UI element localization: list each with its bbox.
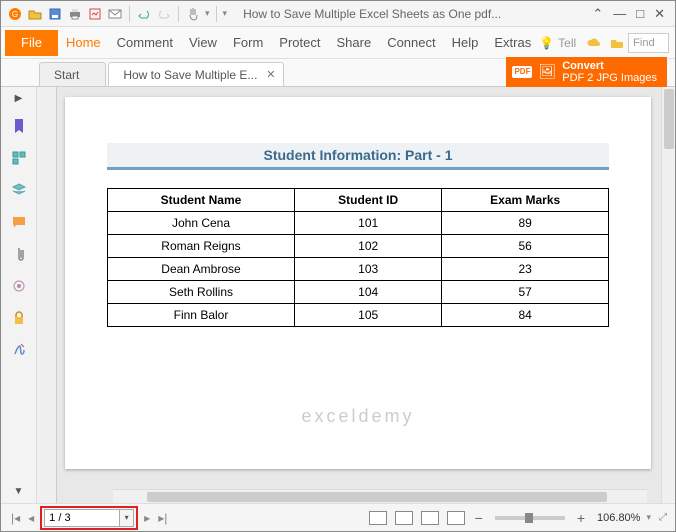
menu-view[interactable]: View xyxy=(181,35,225,50)
next-page-icon[interactable]: ▸ xyxy=(142,511,152,525)
menu-help[interactable]: Help xyxy=(444,35,487,50)
table-cell: Roman Reigns xyxy=(108,235,295,258)
sidebar-toggle-icon[interactable]: ▶ xyxy=(15,93,23,104)
student-table: Student NameStudent IDExam Marks John Ce… xyxy=(107,188,609,327)
folder-icon[interactable] xyxy=(610,37,624,49)
table-header: Student Name xyxy=(108,189,295,212)
table-row: Finn Balor10584 xyxy=(108,304,609,327)
zoom-slider[interactable] xyxy=(495,516,565,520)
table-cell: 89 xyxy=(442,212,609,235)
layers-icon[interactable] xyxy=(9,180,29,200)
page: Student Information: Part - 1 Student Na… xyxy=(65,97,651,469)
tab-bar: Start How to Save Multiple E...✕ PDF 🖼 C… xyxy=(1,59,675,87)
undo-icon[interactable] xyxy=(136,6,152,22)
table-cell: 101 xyxy=(294,212,441,235)
quick-access-toolbar: G ▾ ▾ How to Save Multiple Excel Sheets … xyxy=(1,1,675,27)
menu-connect[interactable]: Connect xyxy=(379,35,443,50)
redo-icon[interactable] xyxy=(156,6,172,22)
prev-page-icon[interactable]: ◂ xyxy=(26,511,36,525)
find-input[interactable]: Find xyxy=(628,33,669,53)
table-cell: Dean Ambrose xyxy=(108,258,295,281)
menu-form[interactable]: Form xyxy=(225,35,271,50)
attachments-icon[interactable] xyxy=(9,244,29,264)
table-cell: 102 xyxy=(294,235,441,258)
view-facing-icon[interactable] xyxy=(421,511,439,525)
document-title: Student Information: Part - 1 xyxy=(107,143,609,170)
menu-bar: File Home Comment View Form Protect Shar… xyxy=(1,27,675,59)
table-cell: 23 xyxy=(442,258,609,281)
image-icon: 🖼 xyxy=(538,64,556,79)
bookmark-icon[interactable] xyxy=(9,116,29,136)
view-facing-continuous-icon[interactable] xyxy=(447,511,465,525)
view-continuous-icon[interactable] xyxy=(395,511,413,525)
signature-icon[interactable] xyxy=(9,340,29,360)
page-dropdown-icon[interactable]: ▾ xyxy=(120,509,134,527)
hand-icon[interactable] xyxy=(185,6,201,22)
vertical-scrollbar[interactable] xyxy=(661,87,675,503)
last-page-icon[interactable]: ▸| xyxy=(156,511,169,525)
view-single-icon[interactable] xyxy=(369,511,387,525)
zoom-out-icon[interactable]: − xyxy=(471,510,487,526)
tab-close-icon[interactable]: ✕ xyxy=(266,68,275,81)
maximize-icon[interactable]: □ xyxy=(636,6,644,22)
table-cell: 105 xyxy=(294,304,441,327)
zoom-value: 106.80% xyxy=(597,512,640,524)
vertical-ruler xyxy=(37,87,57,503)
table-cell: Seth Rollins xyxy=(108,281,295,304)
menu-share[interactable]: Share xyxy=(328,35,379,50)
document-area: Student Information: Part - 1 Student Na… xyxy=(37,87,675,503)
minimize-icon[interactable]: — xyxy=(613,6,626,22)
zoom-in-icon[interactable]: + xyxy=(573,510,589,526)
close-icon[interactable]: ✕ xyxy=(654,6,665,22)
zoom-expand-icon[interactable]: ⤢ xyxy=(659,512,667,523)
cloud-icon[interactable] xyxy=(586,37,602,49)
open-icon[interactable] xyxy=(27,6,43,22)
file-menu[interactable]: File xyxy=(5,30,58,56)
table-row: Dean Ambrose10323 xyxy=(108,258,609,281)
table-cell: 104 xyxy=(294,281,441,304)
menu-extras[interactable]: Extras xyxy=(486,35,539,50)
ribbon-toggle-icon[interactable]: ⌃ xyxy=(592,6,603,22)
page-input[interactable] xyxy=(44,509,120,527)
menu-home[interactable]: Home xyxy=(58,35,109,50)
app-icon[interactable]: G xyxy=(7,6,23,22)
save-icon[interactable] xyxy=(47,6,63,22)
convert-banner[interactable]: PDF 🖼 Convert PDF 2 JPG Images xyxy=(506,57,667,87)
security-icon[interactable] xyxy=(9,308,29,328)
table-cell: 103 xyxy=(294,258,441,281)
stamp-icon[interactable] xyxy=(9,276,29,296)
sidebar-collapse-icon[interactable]: ▼ xyxy=(14,486,24,497)
tab-document[interactable]: How to Save Multiple E...✕ xyxy=(108,62,284,86)
table-row: Roman Reigns10256 xyxy=(108,235,609,258)
svg-text:G: G xyxy=(12,10,18,19)
lightbulb-icon[interactable]: 💡 xyxy=(539,36,554,50)
page-indicator-highlight: ▾ xyxy=(40,506,138,530)
window-title: How to Save Multiple Excel Sheets as One… xyxy=(243,7,588,21)
watermark: exceldemy xyxy=(301,406,414,427)
table-cell: 57 xyxy=(442,281,609,304)
menu-protect[interactable]: Protect xyxy=(271,35,328,50)
first-page-icon[interactable]: |◂ xyxy=(9,511,22,525)
comments-icon[interactable] xyxy=(9,212,29,232)
table-row: Seth Rollins10457 xyxy=(108,281,609,304)
print-icon[interactable] xyxy=(67,6,83,22)
email-icon[interactable] xyxy=(107,6,123,22)
table-cell: Finn Balor xyxy=(108,304,295,327)
left-sidebar: ▶ ▼ xyxy=(1,87,37,503)
tab-start[interactable]: Start xyxy=(39,62,106,86)
table-row: John Cena10189 xyxy=(108,212,609,235)
snapshot-icon[interactable] xyxy=(87,6,103,22)
menu-comment[interactable]: Comment xyxy=(109,35,181,50)
pdf-badge-icon: PDF xyxy=(512,66,532,79)
table-header: Exam Marks xyxy=(442,189,609,212)
status-bar: |◂ ◂ ▾ ▸ ▸| − + 106.80% ▾ ⤢ xyxy=(1,503,675,531)
tell-me[interactable]: Tell xyxy=(558,36,576,50)
horizontal-scrollbar[interactable] xyxy=(113,489,647,503)
table-cell: 84 xyxy=(442,304,609,327)
table-cell: John Cena xyxy=(108,212,295,235)
table-cell: 56 xyxy=(442,235,609,258)
thumbnails-icon[interactable] xyxy=(9,148,29,168)
table-header: Student ID xyxy=(294,189,441,212)
